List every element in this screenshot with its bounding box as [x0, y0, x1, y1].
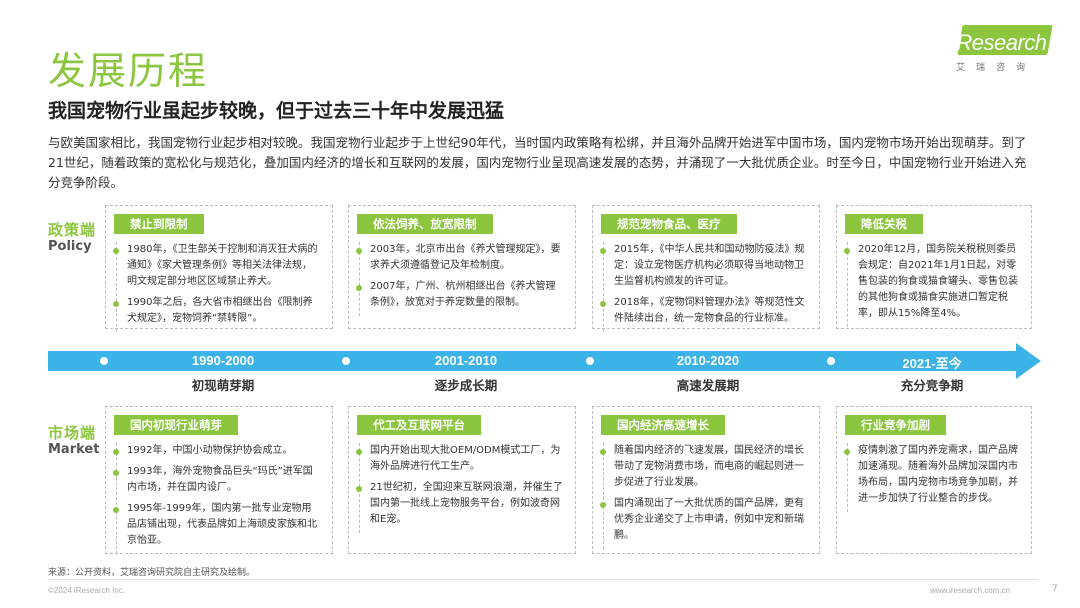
- market-label-en: Market: [48, 442, 100, 457]
- website-link[interactable]: www.iresearch.com.cn: [930, 586, 1010, 595]
- card-body: 2015年，《中华人民共和国动物防疫法》规定：设立宠物医疗机构必须取得当地动物卫…: [600, 242, 807, 332]
- bullet-icon: [600, 449, 606, 455]
- card-body: 1980年，《卫生部关于控制和消灭狂犬病的通知》《家犬管理条例》等相关法律法规，…: [113, 242, 320, 332]
- policy-card-2: 依法饲养、放宽限制 2003年，北京市出台《养犬管理规定》，要求养犬须遵循登记及…: [348, 205, 576, 329]
- card-entry: 2018年，《宠物饲料管理办法》等规范性文件陆续出台，统一宠物食品的行业标准。: [600, 295, 807, 327]
- card-entry: 1992年，中国小动物保护协会成立。: [113, 443, 320, 459]
- copyright: ©2024 iResearch Inc.: [48, 586, 126, 595]
- period-label: 1990-2000: [191, 353, 255, 368]
- stage-label: 逐步成长期: [434, 378, 498, 393]
- card-entry: 国内开始出现大批OEM/ODM模式工厂，为海外品牌进行代工生产。: [356, 443, 563, 475]
- bullet-icon: [356, 486, 362, 492]
- policy-card-1: 禁止到限制 1980年，《卫生部关于控制和消灭狂犬病的通知》《家犬管理条例》等相…: [105, 205, 333, 332]
- market-label: 市场端 Market: [48, 422, 99, 457]
- stage-label: 初现萌芽期: [191, 378, 255, 393]
- stage-label: 高速发展期: [676, 378, 740, 393]
- card-tag: 国内初现行业萌芽: [114, 415, 238, 435]
- period-label: 2021-至今: [902, 356, 962, 371]
- card-entry: 2020年12月，国务院关税税则委员会规定：自2021年1月1日起，对零售包装的…: [844, 242, 1019, 322]
- policy-label: 政策端 Policy: [48, 219, 96, 254]
- card-entry: 1980年，《卫生部关于控制和消灭狂犬病的通知》《家犬管理条例》等相关法律法规，…: [113, 242, 320, 290]
- card-entry: 2003年，北京市出台《养犬管理规定》，要求养犬须遵循登记及年检制度。: [356, 242, 563, 274]
- period-label: 2001-2010: [434, 353, 498, 368]
- timeline-arrow: 1990-2000 2001-2010 2010-2020 2021-至今: [48, 343, 1041, 379]
- bullet-icon: [600, 248, 606, 254]
- logo-chinese-name: 艾瑞咨询: [956, 63, 1037, 73]
- policy-label-en: Policy: [48, 239, 92, 254]
- timeline-node: [584, 355, 596, 367]
- market-card-2: 代工及互联网平台 国内开始出现大批OEM/ODM模式工厂，为海外品牌进行代工生产…: [348, 406, 576, 554]
- source-note: 来源：公开资料，艾瑞咨询研究院自主研究及绘制。: [48, 568, 256, 578]
- card-entry: 国内涌现出了一大批优质的国产品牌，更有优秀企业递交了上市申请，例如中宠和新瑞鹏。: [600, 496, 807, 544]
- card-entry: 1990年之后，各大省市相继出台《限制养犬规定》，宠物饲养“禁转限”。: [113, 295, 320, 327]
- card-tag: 规范宠物食品、医疗: [601, 214, 737, 234]
- bullet-icon: [113, 449, 119, 455]
- bullet-icon: [600, 502, 606, 508]
- card-tag: 依法饲养、放宽限制: [357, 214, 493, 234]
- arrow-head-icon: [1016, 343, 1041, 379]
- card-entry: 21世纪初，全国迎来互联网浪潮，并催生了国内第一批线上宠物服务平台，例如波奇网和…: [356, 480, 563, 528]
- policy-card-4: 降低关税 2020年12月，国务院关税税则委员会规定：自2021年1月1日起，对…: [836, 205, 1032, 329]
- card-entry: 1995年-1999年，国内第一批专业宠物用品店铺出现，代表品牌如上海顽皮家族和…: [113, 501, 320, 549]
- bullet-icon: [844, 449, 850, 455]
- bullet-icon: [113, 301, 119, 307]
- card-tag: 行业竞争加剧: [845, 415, 946, 435]
- card-tag: 禁止到限制: [114, 214, 204, 234]
- logo-wordmark: iResearch: [952, 30, 1047, 55]
- bullet-icon: [844, 248, 850, 254]
- bullet-icon: [356, 248, 362, 254]
- bullet-icon: [113, 248, 119, 254]
- stage-label: 充分竞争期: [900, 378, 964, 393]
- bullet-icon: [356, 285, 362, 291]
- card-entry: 2015年，《中华人民共和国动物防疫法》规定：设立宠物医疗机构必须取得当地动物卫…: [600, 242, 807, 290]
- card-body: 疫情刺激了国内养宠需求，国产品牌加速涌现。随着海外品牌加深国内市场布局，国内宠物…: [844, 443, 1019, 512]
- bullet-icon: [356, 449, 362, 455]
- card-entry: 疫情刺激了国内养宠需求，国产品牌加速涌现。随着海外品牌加深国内市场布局，国内宠物…: [844, 443, 1019, 507]
- timeline-node: [340, 355, 352, 367]
- card-entry: 2007年，广州、杭州相继出台《养犬管理条例》，放宽对于养宠数量的限制。: [356, 279, 563, 311]
- card-body: 2020年12月，国务院关税税则委员会规定：自2021年1月1日起，对零售包装的…: [844, 242, 1019, 327]
- bullet-icon: [113, 507, 119, 513]
- card-body: 2003年，北京市出台《养犬管理规定》，要求养犬须遵循登记及年检制度。 2007…: [356, 242, 563, 316]
- timeline-node: [825, 355, 837, 367]
- card-entry: 随着国内经济的飞速发展，国民经济的增长带动了宠物消费市场，而电商的崛起则进一步促…: [600, 443, 807, 491]
- market-card-3: 国内经济高速增长 随着国内经济的飞速发展，国民经济的增长带动了宠物消费市场，而电…: [592, 406, 820, 554]
- market-card-4: 行业竞争加剧 疫情刺激了国内养宠需求，国产品牌加速涌现。随着海外品牌加深国内市场…: [836, 406, 1032, 554]
- card-tag: 降低关税: [845, 214, 923, 234]
- card-tag: 国内经济高速增长: [601, 415, 725, 435]
- timeline-node: [98, 355, 110, 367]
- page-subtitle: 我国宠物行业虽起步较晚，但于过去三十年中发展迅猛: [48, 100, 505, 122]
- card-body: 1992年，中国小动物保护协会成立。 1993年，海外宠物食品巨头“玛氏”进军国…: [113, 443, 320, 554]
- card-tag: 代工及互联网平台: [357, 415, 481, 435]
- card-body: 随着国内经济的飞速发展，国民经济的增长带动了宠物消费市场，而电商的崛起则进一步促…: [600, 443, 807, 549]
- card-entry: 1993年，海外宠物食品巨头“玛氏”进军国内市场，并在国内设厂。: [113, 464, 320, 496]
- page-number: 7: [1052, 584, 1058, 594]
- bullet-icon: [600, 301, 606, 307]
- intro-paragraph: 与欧美国家相比，我国宠物行业起步相对较晚。我国宠物行业起步于上世纪90年代，当时…: [48, 135, 1027, 190]
- policy-card-3: 规范宠物食品、医疗 2015年，《中华人民共和国动物防疫法》规定：设立宠物医疗机…: [592, 205, 820, 332]
- card-body: 国内开始出现大批OEM/ODM模式工厂，为海外品牌进行代工生产。 21世纪初，全…: [356, 443, 563, 533]
- iresearch-logo: iResearch 艾瑞咨询: [950, 22, 1055, 77]
- market-card-1: 国内初现行业萌芽 1992年，中国小动物保护协会成立。 1993年，海外宠物食品…: [105, 406, 333, 554]
- bullet-icon: [113, 470, 119, 476]
- page-title: 发展历程: [48, 49, 209, 93]
- market-label-cn: 市场端: [48, 424, 97, 442]
- policy-label-cn: 政策端: [48, 221, 97, 239]
- period-label: 2010-2020: [676, 353, 740, 368]
- footer-divider: [48, 579, 1038, 580]
